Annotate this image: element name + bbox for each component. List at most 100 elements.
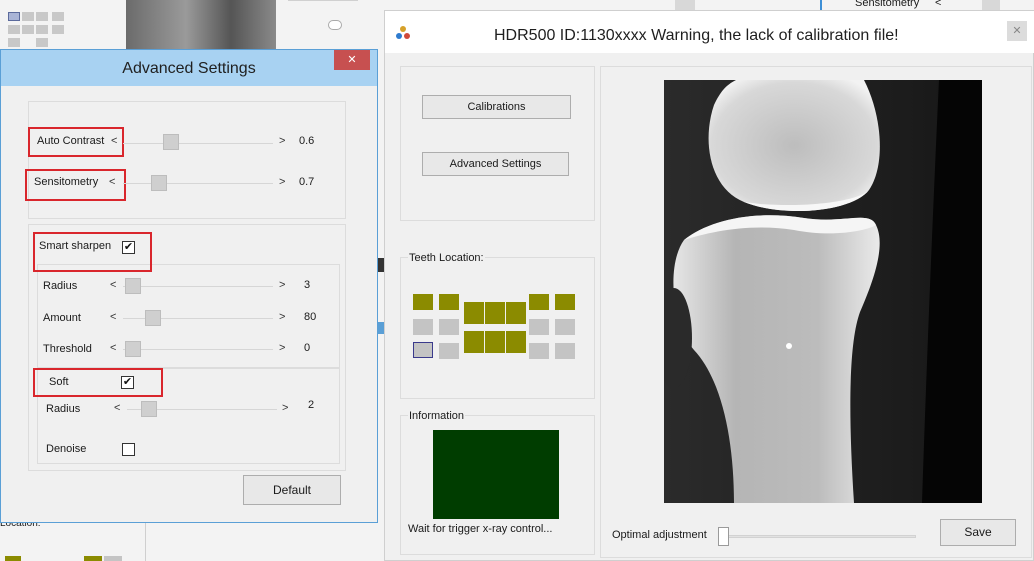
bg-bottom-panel <box>0 523 378 561</box>
hdr500-window: HDR500 ID:1130xxxx Warning, the lack of … <box>384 10 1034 561</box>
bg-divider <box>145 523 146 561</box>
auto-contrast-label: Auto Contrast <box>37 135 105 147</box>
calibrations-button[interactable]: Calibrations <box>422 95 571 119</box>
status-screen <box>433 430 559 519</box>
bg-sensitometry-arrow[interactable]: < <box>935 0 941 9</box>
bg-tooth-tile <box>8 38 20 47</box>
tooth-lower-center-2[interactable] <box>506 331 526 353</box>
bg-tooth-tile <box>5 556 21 561</box>
controls-panel <box>400 66 595 221</box>
tooth-middle-left-3[interactable] <box>555 319 575 335</box>
optimal-adjustment-label: Optimal adjustment <box>612 529 707 541</box>
close-icon[interactable]: ✕ <box>1007 21 1027 41</box>
soft-radius-label: Radius <box>46 403 81 415</box>
tooth-middle-left-2[interactable] <box>529 319 549 335</box>
sharpen-threshold-value: 0 <box>304 342 311 354</box>
bg-tooth-tile <box>8 25 20 34</box>
xray-image[interactable] <box>664 80 982 503</box>
sharpen-radius-increase[interactable]: > <box>279 279 285 291</box>
bg-slider-thumb[interactable] <box>328 20 342 30</box>
bg-tooth-tile <box>52 25 64 34</box>
teeth-location-label: Teeth Location: <box>408 252 485 264</box>
tooth-upper-right-2[interactable] <box>439 294 459 310</box>
bg-tooth-tile <box>36 12 48 21</box>
contrast-group <box>28 101 346 219</box>
dialog-title: Advanced Settings <box>122 60 256 77</box>
tooth-middle-right-3[interactable] <box>413 319 433 335</box>
soft-radius-thumb[interactable] <box>141 401 157 417</box>
soft-radius-decrease[interactable]: < <box>114 402 120 414</box>
tooth-upper-left-2[interactable] <box>529 294 549 310</box>
information-label: Information <box>408 410 466 422</box>
close-icon[interactable]: ✕ <box>334 50 370 70</box>
soft-checkbox[interactable]: ✔ <box>121 376 134 389</box>
dialog-titlebar[interactable]: Advanced Settings ✕ <box>1 50 377 86</box>
tooth-lower-left-2[interactable] <box>529 343 549 359</box>
auto-contrast-increase[interactable]: > <box>279 135 285 147</box>
bg-divider <box>288 0 358 1</box>
sensitometry-label: Sensitometry <box>34 176 99 188</box>
sharpen-radius-decrease[interactable]: < <box>110 279 116 291</box>
bg-control <box>675 0 695 10</box>
sharpen-radius-track[interactable] <box>123 286 273 287</box>
default-button[interactable]: Default <box>243 475 341 505</box>
sharpen-amount-thumb[interactable] <box>145 310 161 326</box>
bg-tooth-tile <box>36 25 48 34</box>
advanced-settings-button[interactable]: Advanced Settings <box>422 152 569 176</box>
bg-tooth-tile <box>8 12 20 21</box>
tooth-lower-right-1[interactable] <box>464 331 484 353</box>
save-button[interactable]: Save <box>940 519 1016 546</box>
window-title: HDR500 ID:1130xxxx Warning, the lack of … <box>494 27 899 44</box>
soft-radius-increase[interactable]: > <box>282 402 288 414</box>
bg-tooth-tile <box>104 556 122 561</box>
smart-sharpen-checkbox[interactable]: ✔ <box>122 241 135 254</box>
sensitometry-value: 0.7 <box>299 176 315 188</box>
auto-contrast-decrease[interactable]: < <box>111 135 117 147</box>
sharpen-amount-value: 80 <box>304 311 317 323</box>
tooth-lower-right-3-selected[interactable] <box>413 342 433 358</box>
bg-xray-image <box>126 0 276 50</box>
tooth-lower-left-3[interactable] <box>555 343 575 359</box>
sharpen-amount-decrease[interactable]: < <box>110 311 116 323</box>
soft-label: Soft <box>49 376 69 388</box>
bg-tooth-tile <box>36 38 48 47</box>
denoise-label: Denoise <box>46 443 87 455</box>
sharpen-threshold-increase[interactable]: > <box>279 342 285 354</box>
optimal-adjustment-thumb[interactable] <box>718 527 729 546</box>
auto-contrast-track[interactable] <box>123 143 273 144</box>
sensitometry-thumb[interactable] <box>151 175 167 191</box>
tooth-lower-right-2[interactable] <box>439 343 459 359</box>
auto-contrast-thumb[interactable] <box>163 134 179 150</box>
tooth-upper-center-1[interactable] <box>485 302 505 324</box>
soft-radius-value: 2 <box>308 399 315 411</box>
advanced-settings-dialog: Advanced Settings ✕ Auto Contrast < > 0.… <box>0 49 378 523</box>
sharpen-threshold-thumb[interactable] <box>125 341 141 357</box>
sharpen-radius-value: 3 <box>304 279 311 291</box>
auto-contrast-value: 0.6 <box>299 135 315 147</box>
sensitometry-increase[interactable]: > <box>279 176 285 188</box>
bg-tooth-tile <box>22 12 34 21</box>
tooth-lower-center-1[interactable] <box>485 331 505 353</box>
bg-tooth-tile <box>52 12 64 21</box>
sensitometry-decrease[interactable]: < <box>109 176 115 188</box>
sharpen-amount-increase[interactable]: > <box>279 311 285 323</box>
tooth-upper-right-3[interactable] <box>413 294 433 310</box>
xray-image-graphic <box>664 80 982 503</box>
sharpen-amount-label: Amount <box>43 312 81 324</box>
optimal-adjustment-track[interactable] <box>720 535 916 538</box>
tooth-middle-right-2[interactable] <box>439 319 459 335</box>
sharpen-threshold-decrease[interactable]: < <box>110 342 116 354</box>
sensitometry-track[interactable] <box>123 183 273 184</box>
tooth-upper-right-1[interactable] <box>464 302 484 324</box>
denoise-checkbox[interactable] <box>122 443 135 456</box>
sharpen-radius-thumb[interactable] <box>125 278 141 294</box>
status-text: Wait for trigger x-ray control... <box>408 523 553 535</box>
sharpen-radius-label: Radius <box>43 280 78 292</box>
tooth-upper-left-3[interactable] <box>555 294 575 310</box>
bg-tooth-tile <box>22 25 34 34</box>
bg-tooth-tile <box>84 556 102 561</box>
sharpen-threshold-track[interactable] <box>123 349 273 350</box>
window-titlebar[interactable]: HDR500 ID:1130xxxx Warning, the lack of … <box>385 11 1034 53</box>
app-logo-icon <box>396 26 410 39</box>
tooth-upper-center-2[interactable] <box>506 302 526 324</box>
